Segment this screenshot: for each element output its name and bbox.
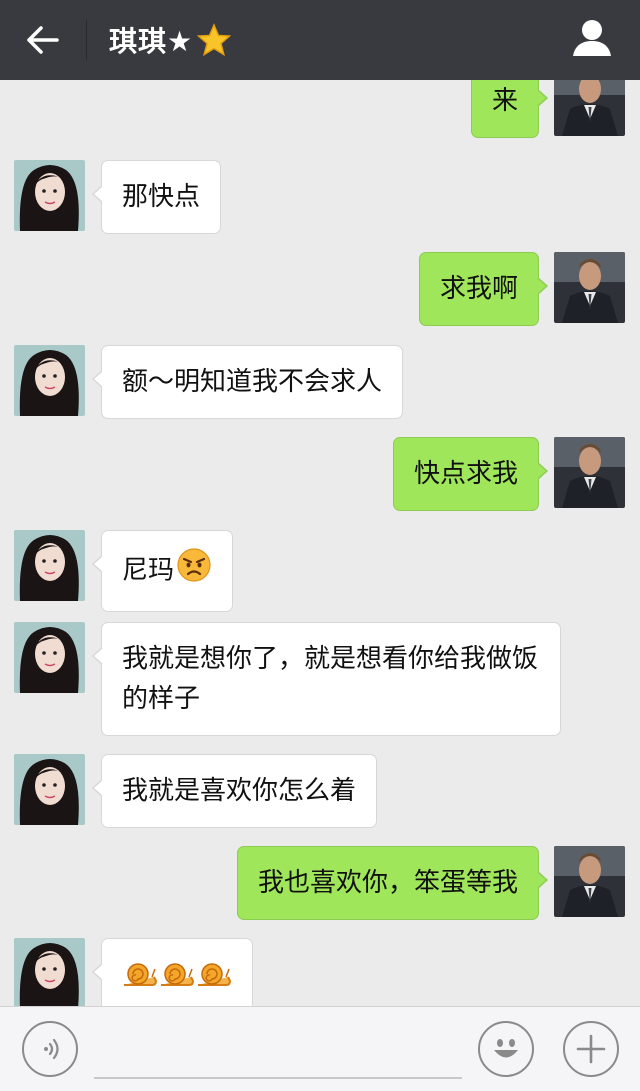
emoji-button[interactable] <box>478 1021 534 1077</box>
chat-message-list[interactable]: 来 那快点 求我啊 额～明知道我不会求人 快点求我 尼玛 我就是想你了，就是想看… <box>0 80 640 1006</box>
star-emoji-icon <box>197 23 232 57</box>
smiley-icon <box>494 1039 518 1058</box>
message-row-outgoing: 来 <box>0 80 640 140</box>
message-row-incoming: 我就是喜欢你怎么着 <box>0 754 640 828</box>
voice-icon <box>44 1038 59 1060</box>
my-avatar[interactable] <box>554 80 625 136</box>
message-row-incoming <box>0 938 640 1006</box>
plus-icon <box>576 1034 606 1064</box>
message-bubble-incoming[interactable] <box>92 938 253 1006</box>
message-text-input[interactable] <box>94 1021 462 1079</box>
message-bubble-outgoing[interactable]: 快点求我 <box>392 437 549 511</box>
message-bubble-outgoing[interactable]: 我也喜欢你，笨蛋等我 <box>236 846 549 920</box>
contact-name: 琪琪★ <box>109 25 194 58</box>
contact-avatar[interactable] <box>14 754 85 825</box>
message-bubble-outgoing[interactable]: 来 <box>470 80 549 138</box>
contact-avatar[interactable] <box>14 530 85 601</box>
message-text: 求我啊 <box>439 274 518 304</box>
my-avatar[interactable] <box>554 846 625 917</box>
message-row-incoming: 额～明知道我不会求人 <box>0 345 640 419</box>
header-divider <box>86 20 87 60</box>
contact-avatar[interactable] <box>14 160 85 231</box>
snail-icon <box>122 963 232 998</box>
profile-button[interactable] <box>570 16 614 60</box>
message-text: 额～明知道我不会求人 <box>122 367 383 397</box>
message-row-outgoing: 求我啊 <box>0 252 640 326</box>
chat-input-bar <box>0 1006 640 1091</box>
message-bubble-incoming[interactable]: 我就是想你了，就是想看你给我做饭的样子 <box>92 622 561 736</box>
message-bubble-incoming[interactable]: 我就是喜欢你怎么着 <box>91 754 378 828</box>
message-row-outgoing: 快点求我 <box>0 437 640 511</box>
my-avatar[interactable] <box>554 252 625 323</box>
message-text: 那快点 <box>122 182 201 212</box>
message-bubble-incoming[interactable]: 那快点 <box>91 160 222 234</box>
message-text: 快点求我 <box>413 459 518 489</box>
message-text: 来 <box>491 86 518 116</box>
message-bubble-incoming[interactable]: 尼玛 <box>91 530 234 612</box>
message-text: 尼玛 <box>122 555 175 586</box>
message-bubble-outgoing[interactable]: 求我啊 <box>418 252 549 326</box>
contact-avatar[interactable] <box>14 938 85 1006</box>
contact-name-title: 琪琪★ <box>109 20 232 60</box>
message-row-incoming: 尼玛 <box>0 530 640 612</box>
more-options-button[interactable] <box>563 1021 619 1077</box>
message-text: 我就是喜欢你怎么着 <box>122 776 357 806</box>
person-icon <box>573 20 611 56</box>
my-avatar[interactable] <box>554 437 625 508</box>
message-text: 我也喜欢你，笨蛋等我 <box>257 868 518 898</box>
chat-header: 琪琪★ <box>0 0 640 80</box>
back-arrow-icon <box>27 26 59 54</box>
message-row-outgoing: 我也喜欢你，笨蛋等我 <box>0 846 640 920</box>
back-button[interactable] <box>0 0 86 80</box>
contact-avatar[interactable] <box>14 622 85 693</box>
message-bubble-incoming[interactable]: 额～明知道我不会求人 <box>91 345 404 419</box>
contact-avatar[interactable] <box>14 345 85 416</box>
message-row-incoming: 我就是想你了，就是想看你给我做饭的样子 <box>0 622 640 736</box>
message-row-incoming: 那快点 <box>0 160 640 234</box>
angry-face-icon <box>176 547 212 595</box>
message-text: 我就是想你了，就是想看你给我做饭的样子 <box>122 644 539 714</box>
voice-input-button[interactable] <box>22 1021 78 1077</box>
